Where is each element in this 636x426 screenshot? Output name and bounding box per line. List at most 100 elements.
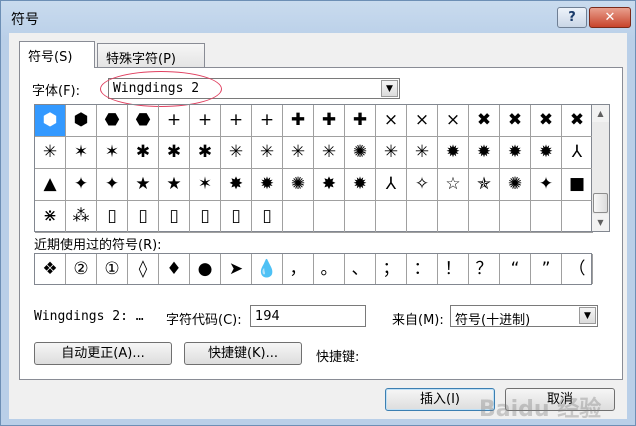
recent-symbol-cell[interactable]: 、	[345, 254, 376, 284]
symbol-cell[interactable]: ⬣	[128, 105, 159, 137]
recent-symbol-cell[interactable]: ；	[376, 254, 407, 284]
recent-symbol-cell[interactable]: ➤	[221, 254, 252, 284]
symbol-cell[interactable]	[407, 201, 438, 233]
symbol-cell[interactable]: ▯	[159, 201, 190, 233]
symbol-grid-scrollbar[interactable]: ▲ ▼	[592, 104, 610, 232]
symbol-cell[interactable]	[345, 201, 376, 233]
symbol-cell[interactable]: ✶	[97, 137, 128, 169]
symbol-cell[interactable]: ⅄	[562, 137, 593, 169]
recent-symbol-cell[interactable]: ：	[407, 254, 438, 284]
insert-button[interactable]: 插入(I)	[385, 388, 495, 411]
symbol-cell[interactable]: ✹	[438, 137, 469, 169]
cancel-button[interactable]: 取消	[505, 388, 615, 411]
recent-symbol-cell[interactable]: ◊	[128, 254, 159, 284]
symbol-cell[interactable]: ✚	[345, 105, 376, 137]
chevron-down-icon[interactable]: ▼	[579, 307, 596, 324]
close-button[interactable]: ✕	[589, 7, 631, 28]
help-button[interactable]: ?	[557, 7, 587, 28]
symbol-cell[interactable]: ⬢	[35, 105, 66, 137]
symbol-cell[interactable]	[314, 201, 345, 233]
symbol-cell[interactable]	[376, 201, 407, 233]
recent-symbol-cell[interactable]: ❖	[35, 254, 66, 284]
symbol-cell[interactable]: ⬣	[97, 105, 128, 137]
symbol-cell[interactable]: ✚	[283, 105, 314, 137]
symbol-cell[interactable]: ▯	[190, 201, 221, 233]
symbol-cell[interactable]: ✯	[469, 169, 500, 201]
symbol-cell[interactable]: ✹	[252, 169, 283, 201]
autocorrect-button[interactable]: 自动更正(A)...	[34, 342, 172, 365]
symbol-cell[interactable]	[469, 201, 500, 233]
symbol-cell[interactable]: +	[190, 105, 221, 137]
symbol-cell[interactable]: ☆	[438, 169, 469, 201]
symbol-cell[interactable]	[562, 201, 593, 233]
recent-symbol-cell[interactable]: ♦	[159, 254, 190, 284]
symbol-cell[interactable]: +	[159, 105, 190, 137]
recent-symbol-cell[interactable]: ②	[66, 254, 97, 284]
symbol-cell[interactable]: ✖	[469, 105, 500, 137]
symbol-cell[interactable]: ✳	[283, 137, 314, 169]
symbol-cell[interactable]: +	[252, 105, 283, 137]
tab-symbols[interactable]: 符号(S)	[19, 41, 95, 68]
symbol-cell[interactable]: ✳	[314, 137, 345, 169]
symbol-cell[interactable]: ★	[128, 169, 159, 201]
symbol-cell[interactable]: ✱	[128, 137, 159, 169]
symbol-cell[interactable]	[500, 201, 531, 233]
recent-symbol-cell[interactable]: 。	[314, 254, 345, 284]
symbol-cell[interactable]: ✹	[531, 137, 562, 169]
symbol-cell[interactable]: ✶	[66, 137, 97, 169]
symbol-cell[interactable]: ✳	[35, 137, 66, 169]
symbol-cell[interactable]: ✺	[500, 169, 531, 201]
symbol-cell[interactable]: ✹	[469, 137, 500, 169]
symbol-cell[interactable]: ▲	[35, 169, 66, 201]
symbol-cell[interactable]: ✱	[159, 137, 190, 169]
symbol-cell[interactable]: ✸	[314, 169, 345, 201]
symbol-cell[interactable]: ★	[159, 169, 190, 201]
symbol-cell[interactable]: ×	[438, 105, 469, 137]
symbol-cell[interactable]	[531, 201, 562, 233]
symbol-cell[interactable]: ✳	[252, 137, 283, 169]
symbol-cell[interactable]: ✳	[376, 137, 407, 169]
recent-symbol-cell[interactable]: ●	[190, 254, 221, 284]
symbol-cell[interactable]: ■	[562, 169, 593, 201]
tab-special-characters[interactable]: 特殊字符(P)	[97, 43, 205, 67]
symbol-cell[interactable]: ✖	[562, 105, 593, 137]
symbol-cell[interactable]: +	[221, 105, 252, 137]
symbol-cell[interactable]: ✺	[283, 169, 314, 201]
symbol-cell[interactable]: ✦	[97, 169, 128, 201]
symbol-cell[interactable]: ▯	[128, 201, 159, 233]
chevron-down-icon[interactable]: ▼	[381, 80, 398, 97]
scrollbar-thumb[interactable]	[593, 193, 608, 213]
symbol-cell[interactable]: ✳	[407, 137, 438, 169]
symbol-cell[interactable]: ✦	[531, 169, 562, 201]
symbol-cell[interactable]: ✳	[221, 137, 252, 169]
symbol-cell[interactable]: ✧	[407, 169, 438, 201]
symbol-cell[interactable]: ✖	[500, 105, 531, 137]
symbol-cell[interactable]: ✦	[66, 169, 97, 201]
character-code-input[interactable]: 194	[250, 305, 366, 327]
symbol-cell[interactable]: ✹	[345, 169, 376, 201]
symbol-cell[interactable]	[283, 201, 314, 233]
symbol-cell[interactable]: ▯	[252, 201, 283, 233]
font-select[interactable]: Wingdings 2 ▼	[108, 78, 400, 99]
recent-symbol-cell[interactable]: ！	[438, 254, 469, 284]
symbol-cell[interactable]: ✖	[531, 105, 562, 137]
symbol-cell[interactable]: ⋇	[35, 201, 66, 233]
symbol-cell[interactable]: ✺	[345, 137, 376, 169]
symbol-cell[interactable]: ▯	[221, 201, 252, 233]
symbol-cell[interactable]: ✶	[190, 169, 221, 201]
symbol-cell[interactable]: ▯	[97, 201, 128, 233]
recent-symbol-cell[interactable]: ”	[531, 254, 562, 284]
symbol-cell[interactable]: ✚	[314, 105, 345, 137]
symbol-cell[interactable]: ✹	[500, 137, 531, 169]
recent-symbol-cell[interactable]: 💧	[252, 254, 283, 284]
scroll-up-icon[interactable]: ▲	[592, 105, 609, 122]
recent-symbol-cell[interactable]: ，	[283, 254, 314, 284]
symbol-cell[interactable]: ×	[407, 105, 438, 137]
symbol-cell[interactable]: ⬢	[66, 105, 97, 137]
symbol-cell[interactable]: ×	[376, 105, 407, 137]
recent-symbol-cell[interactable]: （	[562, 254, 593, 284]
symbol-cell[interactable]: ✱	[190, 137, 221, 169]
from-select[interactable]: 符号(十进制) ▼	[450, 305, 598, 328]
recent-symbol-cell[interactable]: ①	[97, 254, 128, 284]
shortcut-key-button[interactable]: 快捷键(K)...	[184, 342, 302, 365]
